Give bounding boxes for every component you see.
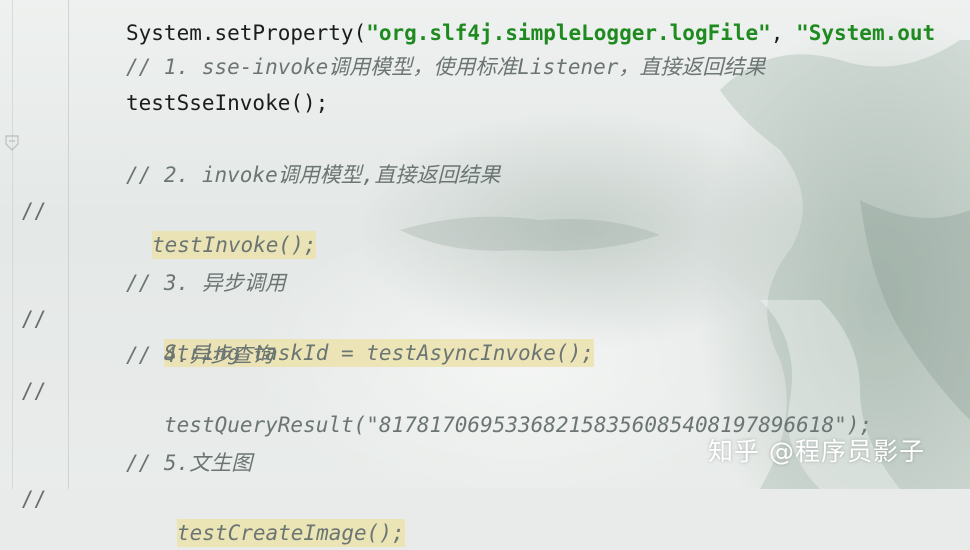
code-line[interactable]: testSseInvoke(); — [0, 52, 970, 115]
highlighted-statement: testCreateImage(); — [177, 519, 405, 547]
code-line[interactable]: // testInvoke(); — [0, 160, 970, 259]
code-line[interactable]: // 4.异步查询 — [0, 304, 970, 367]
code-line[interactable]: System.setProperty("org.slf4j.simpleLogg… — [0, 0, 970, 45]
watermark: 知乎 @程序员影子 — [708, 437, 925, 466]
line-comment-marker: // — [21, 199, 47, 223]
line-comment-marker: // — [21, 487, 47, 511]
code-statement: testSseInvoke(); — [126, 91, 329, 115]
code-line[interactable]: // 3. 异步调用 — [0, 232, 970, 295]
code-line[interactable]: // String taskId = testAsyncInvoke(); — [0, 268, 970, 367]
code-line[interactable]: // 2. invoke调用模型,直接返回结果 — [0, 124, 970, 187]
code-line[interactable]: // 1. sse-invoke调用模型，使用标准Listener，直接返回结果 — [0, 16, 970, 79]
line-comment-marker: // — [21, 379, 47, 403]
code-line[interactable]: // testQueryResult("81781706953368215835… — [0, 340, 970, 437]
